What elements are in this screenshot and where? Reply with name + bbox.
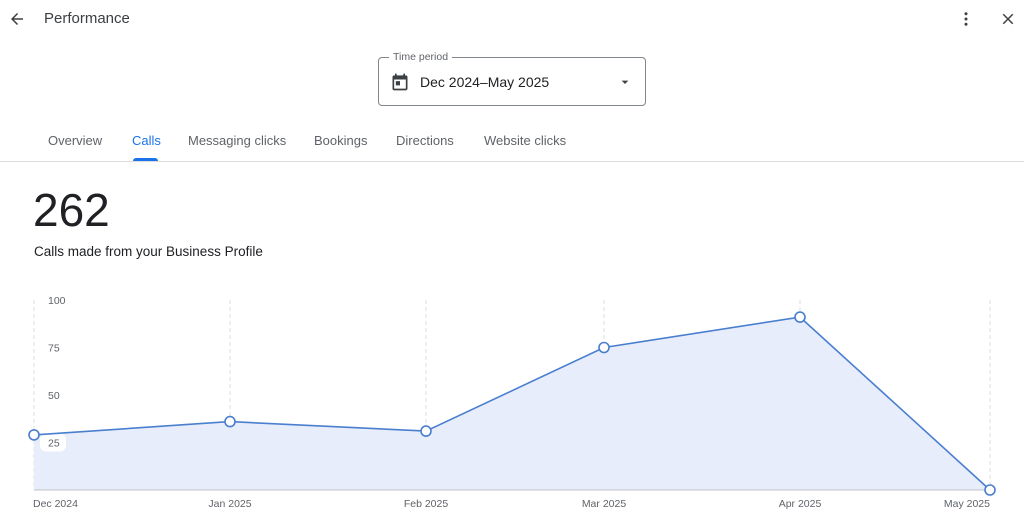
tab-calls[interactable]: Calls bbox=[132, 133, 161, 148]
y-tick-label: 75 bbox=[48, 343, 60, 355]
calls-chart: 100 75 50 25 Dec 2024 Jan 2025 Feb 2025 Mar 202… bbox=[28, 295, 996, 510]
data-point-dec-2024 bbox=[28, 429, 40, 441]
calendar-icon bbox=[392, 73, 408, 91]
x-tick-label: Apr 2025 bbox=[779, 498, 822, 510]
y-tick-label: 25 bbox=[48, 438, 60, 450]
close-button[interactable] bbox=[995, 6, 1021, 32]
y-tick-label: 100 bbox=[48, 295, 66, 307]
x-tick-label: Jan 2025 bbox=[208, 498, 251, 510]
calls-description: Calls made from your Business Profile bbox=[34, 244, 263, 259]
tab-overview[interactable]: Overview bbox=[48, 133, 102, 148]
time-period-select[interactable]: Time period Dec 2024–May 2025 bbox=[378, 51, 646, 106]
performance-panel: Performance Time period Dec 2024–May 202… bbox=[0, 0, 1024, 528]
data-point-jan-2025 bbox=[224, 415, 236, 428]
close-icon bbox=[1002, 13, 1014, 25]
data-point-apr-2025 bbox=[794, 311, 806, 323]
x-tick-label: Mar 2025 bbox=[582, 498, 627, 510]
x-tick-label: Feb 2025 bbox=[404, 498, 449, 510]
calls-count: 262 bbox=[33, 184, 110, 236]
data-point-may-2025 bbox=[984, 484, 996, 496]
header: Performance bbox=[0, 0, 1024, 38]
y-tick-label: 50 bbox=[48, 390, 60, 402]
time-period-label: Time period bbox=[389, 51, 453, 63]
page-title: Performance bbox=[44, 10, 130, 27]
calls-area bbox=[34, 317, 990, 490]
tab-website-clicks[interactable]: Website clicks bbox=[484, 133, 566, 148]
dropdown-arrow-icon bbox=[621, 80, 629, 84]
arrow-back-icon bbox=[11, 13, 23, 25]
active-tab-indicator bbox=[133, 158, 158, 161]
x-tick-label: Dec 2024 bbox=[33, 498, 78, 510]
more-options-button[interactable] bbox=[953, 6, 979, 32]
data-point-feb-2025 bbox=[420, 425, 432, 437]
more-vert-icon bbox=[964, 12, 968, 26]
tab-messaging-clicks[interactable]: Messaging clicks bbox=[188, 133, 286, 148]
tab-bookings[interactable]: Bookings bbox=[314, 133, 367, 148]
data-point-mar-2025 bbox=[598, 341, 610, 354]
tab-bar: Overview Calls Messaging clicks Bookings… bbox=[0, 120, 1024, 162]
back-button[interactable] bbox=[4, 6, 30, 32]
x-tick-label: May 2025 bbox=[944, 498, 990, 510]
tab-directions[interactable]: Directions bbox=[396, 133, 454, 148]
time-period-value: Dec 2024–May 2025 bbox=[420, 74, 550, 90]
